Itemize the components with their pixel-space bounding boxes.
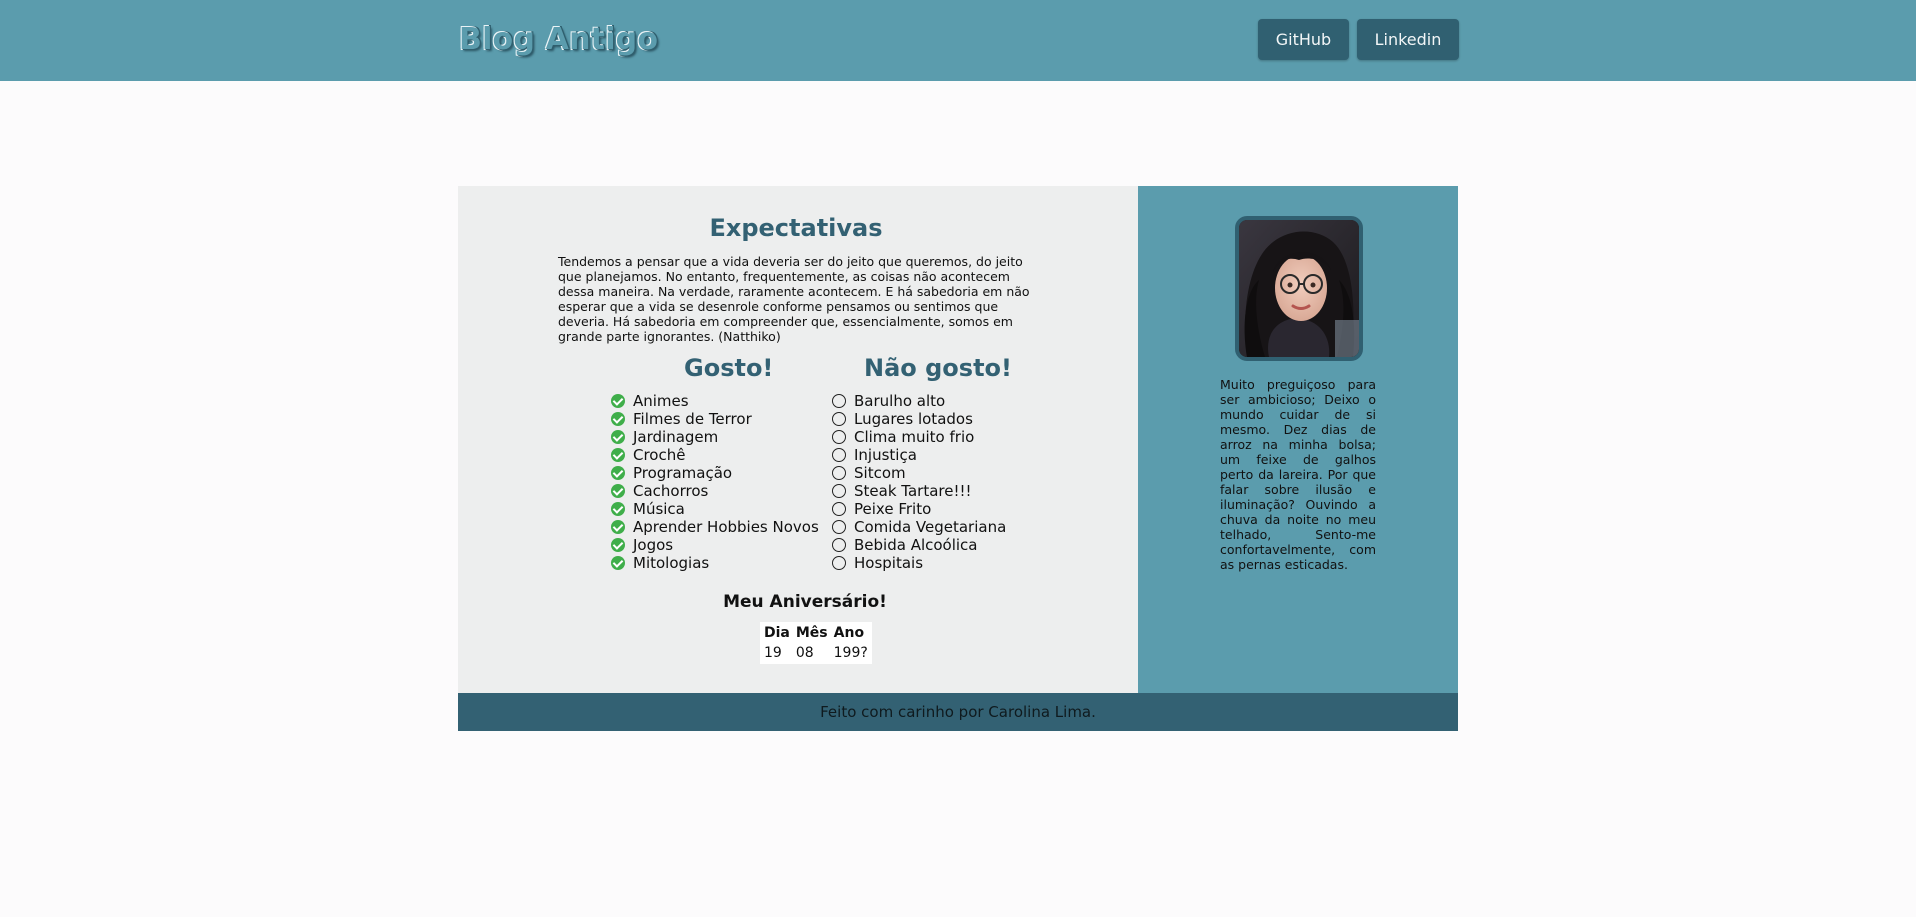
empty-circle-icon bbox=[832, 394, 846, 408]
check-circle-icon bbox=[611, 448, 625, 462]
list-item: Hospitais bbox=[832, 554, 1006, 572]
table-row: 19 08 199? bbox=[762, 644, 870, 662]
birthday-heading-text: Meu Aniversário! bbox=[723, 592, 887, 612]
dislikes-list: Barulho alto Lugares lotados Clima muito… bbox=[832, 392, 1006, 572]
list-item: Bebida Alcoólica bbox=[832, 536, 1006, 554]
check-circle-icon bbox=[611, 520, 625, 534]
list-item-label: Jogos bbox=[633, 536, 674, 554]
list-item: Mitologias bbox=[611, 554, 819, 572]
footer-text: Feito com carinho por Carolina Lima. bbox=[820, 703, 1096, 721]
list-item: Sitcom bbox=[832, 464, 1006, 482]
list-item-label: Peixe Frito bbox=[854, 500, 932, 518]
main-content: Expectativas Tendemos a pensar que a vid… bbox=[458, 186, 1138, 693]
check-circle-icon bbox=[611, 430, 625, 444]
github-button[interactable]: GitHub bbox=[1258, 19, 1349, 60]
list-item: Lugares lotados bbox=[832, 410, 1006, 428]
list-item-label: Lugares lotados bbox=[854, 410, 973, 428]
empty-circle-icon bbox=[832, 466, 846, 480]
list-item: Injustiça bbox=[832, 446, 1006, 464]
list-item-label: Animes bbox=[633, 392, 689, 410]
check-circle-icon bbox=[611, 412, 625, 426]
table-header-cell: Dia bbox=[764, 625, 790, 641]
list-item-label: Barulho alto bbox=[854, 392, 946, 410]
brand-title[interactable]: Blog Antigo bbox=[459, 22, 658, 57]
sidebar: Muito preguiçoso para ser ambicioso; Dei… bbox=[1138, 186, 1458, 693]
list-item: Música bbox=[611, 500, 819, 518]
list-item: Cachorros bbox=[611, 482, 819, 500]
linkedin-button[interactable]: Linkedin bbox=[1357, 19, 1459, 60]
list-item: Jogos bbox=[611, 536, 819, 554]
page-title-text: Expectativas bbox=[709, 214, 883, 242]
list-item-label: Crochê bbox=[633, 446, 686, 464]
list-item-label: Hospitais bbox=[854, 554, 924, 572]
table-cell: 08 bbox=[795, 645, 814, 661]
list-item-label: Jardinagem bbox=[633, 428, 719, 446]
list-item: Jardinagem bbox=[611, 428, 819, 446]
empty-circle-icon bbox=[832, 520, 846, 534]
profile-photo bbox=[1235, 216, 1363, 361]
bio-paragraph: Muito preguiçoso para ser ambicioso; Dei… bbox=[1220, 377, 1376, 572]
empty-circle-icon bbox=[832, 412, 846, 426]
likes-heading: Gosto! bbox=[684, 354, 774, 382]
check-circle-icon bbox=[611, 466, 625, 480]
header-bar: Blog Antigo GitHub Linkedin bbox=[0, 0, 1916, 81]
empty-circle-icon bbox=[832, 538, 846, 552]
birthday-heading: Meu Aniversário! bbox=[458, 592, 1138, 612]
footer: Feito com carinho por Carolina Lima. bbox=[458, 693, 1458, 731]
check-circle-icon bbox=[611, 394, 625, 408]
list-item-label: Filmes de Terror bbox=[633, 410, 752, 428]
empty-circle-icon bbox=[832, 448, 846, 462]
list-item: Programação bbox=[611, 464, 819, 482]
table-header-row: Dia Mês Ano bbox=[762, 624, 870, 642]
check-circle-icon bbox=[611, 556, 625, 570]
list-item-label: Bebida Alcoólica bbox=[854, 536, 978, 554]
list-item: Aprender Hobbies Novos bbox=[611, 518, 819, 536]
page-title: Expectativas bbox=[458, 214, 1138, 242]
empty-circle-icon bbox=[832, 430, 846, 444]
list-item-label: Programação bbox=[633, 464, 733, 482]
list-item: Peixe Frito bbox=[832, 500, 1006, 518]
list-item: Steak Tartare!!! bbox=[832, 482, 1006, 500]
list-item: Barulho alto bbox=[832, 392, 1006, 410]
list-item-label: Mitologias bbox=[633, 554, 710, 572]
empty-circle-icon bbox=[832, 484, 846, 498]
list-item: Crochê bbox=[611, 446, 819, 464]
list-item-label: Música bbox=[633, 500, 685, 518]
list-item-label: Clima muito frio bbox=[854, 428, 975, 446]
intro-paragraph: Tendemos a pensar que a vida deveria ser… bbox=[558, 254, 1030, 344]
table-cell: 199? bbox=[833, 645, 868, 661]
list-item: Comida Vegetariana bbox=[832, 518, 1006, 536]
list-item-label: Injustiça bbox=[854, 446, 917, 464]
check-circle-icon bbox=[611, 484, 625, 498]
table-header-cell: Ano bbox=[833, 625, 865, 641]
dislikes-heading: Não gosto! bbox=[864, 354, 1012, 382]
birthday-table: Dia Mês Ano 19 08 199? bbox=[760, 622, 872, 664]
list-item-label: Cachorros bbox=[633, 482, 709, 500]
check-circle-icon bbox=[611, 502, 625, 516]
list-item-label: Steak Tartare!!! bbox=[854, 482, 972, 500]
list-item: Animes bbox=[611, 392, 819, 410]
list-item-label: Comida Vegetariana bbox=[854, 518, 1007, 536]
likes-list: Animes Filmes de Terror Jardinagem Croch… bbox=[611, 392, 819, 572]
empty-circle-icon bbox=[832, 502, 846, 516]
profile-photo-image bbox=[1239, 220, 1359, 357]
list-item: Filmes de Terror bbox=[611, 410, 819, 428]
check-circle-icon bbox=[611, 538, 625, 552]
empty-circle-icon bbox=[832, 556, 846, 570]
list-item: Clima muito frio bbox=[832, 428, 1006, 446]
list-item-label: Aprender Hobbies Novos bbox=[633, 518, 819, 536]
table-cell: 19 bbox=[764, 645, 782, 661]
table-header-cell: Mês bbox=[795, 625, 828, 641]
list-item-label: Sitcom bbox=[854, 464, 906, 482]
